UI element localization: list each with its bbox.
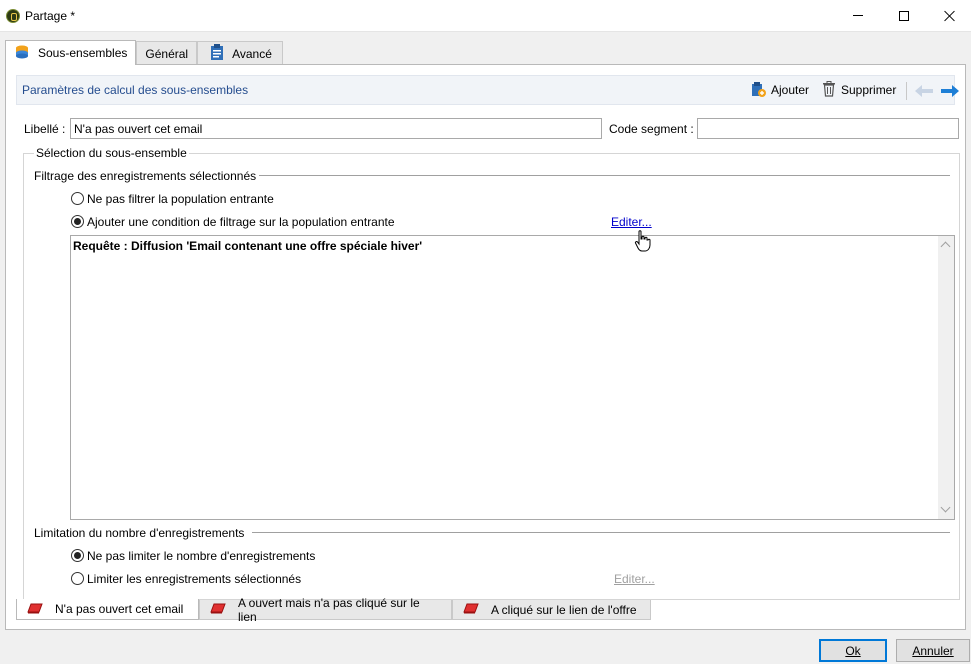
label-field[interactable] (70, 118, 602, 139)
toolbar-separator (906, 82, 907, 100)
tab-label: Avancé (232, 46, 272, 61)
subset-tab-clicked-offer[interactable]: A cliqué sur le lien de l'offre (452, 600, 651, 620)
subset-tab-label: N'a pas ouvert cet email (55, 602, 184, 616)
maximize-button[interactable] (881, 0, 927, 31)
main-panel: Paramètres de calcul des sous-ensembles … (5, 64, 966, 630)
add-label: Ajouter (771, 83, 810, 97)
delete-label: Supprimer (841, 83, 897, 97)
tab-label: Général (145, 46, 189, 61)
app-logo-icon (6, 9, 20, 23)
subset-tab-opened-not-clicked[interactable]: A ouvert mais n'a pas cliqué sur le lien (199, 596, 452, 624)
query-text: Requête : Diffusion 'Email contenant une… (73, 239, 423, 253)
no-limit-label: Ne pas limiter le nombre d'enregistremen… (87, 549, 316, 563)
main-tabs: Sous-ensembles Général Avancé (5, 40, 283, 65)
divider (252, 532, 950, 533)
divider (256, 175, 950, 176)
database-icon (14, 44, 30, 63)
arrow-left-icon[interactable] (915, 85, 933, 97)
subset-tab-label: A ouvert mais n'a pas cliqué sur le lien (238, 595, 420, 624)
delete-button[interactable]: Supprimer (822, 80, 897, 100)
add-button[interactable]: Ajouter (750, 81, 809, 99)
scroll-down-icon[interactable] (940, 502, 951, 513)
tab-sous-ensembles[interactable]: Sous-ensembles (5, 40, 137, 65)
label-caption: Libellé : (24, 122, 66, 136)
segment-icon (463, 602, 479, 617)
segment-icon (210, 602, 226, 617)
add-condition-label: Ajouter une condition de filtrage sur la… (87, 215, 395, 229)
filter-section-title: Filtrage des enregistrements sélectionné… (34, 169, 260, 183)
radio-add-condition[interactable] (71, 215, 84, 228)
tab-label: Sous-ensembles (38, 46, 128, 60)
add-icon (750, 81, 766, 100)
radio-limit[interactable] (71, 572, 84, 585)
segment-code-caption: Code segment : (609, 122, 694, 136)
edit-filter-link[interactable]: Editer... (611, 215, 652, 229)
tab-avance[interactable]: Avancé (197, 41, 283, 65)
title-bar: Partage * (0, 0, 971, 32)
arrow-right-icon[interactable] (941, 85, 959, 97)
subset-tab-not-opened[interactable]: N'a pas ouvert cet email (16, 599, 199, 620)
tab-general[interactable]: Général (136, 41, 198, 65)
segment-icon (27, 602, 43, 617)
segment-code-field[interactable] (697, 118, 959, 139)
clipboard-icon (210, 44, 224, 63)
scroll-up-icon[interactable] (940, 241, 951, 252)
query-textarea[interactable]: Requête : Diffusion 'Email contenant une… (70, 235, 955, 520)
minimize-button[interactable] (835, 0, 881, 31)
close-button[interactable] (927, 0, 971, 31)
limit-label: Limiter les enregistrements sélectionnés (87, 572, 302, 586)
edit-limit-link: Editer... (614, 572, 655, 586)
minimize-icon (853, 15, 863, 16)
cancel-button[interactable]: Annuler (896, 639, 970, 662)
maximize-icon (899, 10, 909, 21)
toolbar: Paramètres de calcul des sous-ensembles … (16, 75, 959, 105)
window-title: Partage * (25, 9, 76, 23)
subset-tab-label: A cliqué sur le lien de l'offre (491, 602, 637, 617)
hand-cursor-icon (634, 230, 652, 255)
no-filter-label: Ne pas filtrer la population entrante (87, 192, 274, 206)
close-icon (944, 10, 956, 22)
radio-no-filter[interactable] (71, 192, 84, 205)
subset-tabs: N'a pas ouvert cet email A ouvert mais n… (16, 596, 651, 624)
group-title: Sélection du sous-ensemble (34, 146, 189, 160)
radio-no-limit[interactable] (71, 549, 84, 562)
toolbar-title: Paramètres de calcul des sous-ensembles (22, 83, 249, 97)
vertical-scrollbar[interactable] (938, 236, 954, 519)
ok-button[interactable]: Ok (819, 639, 887, 662)
trash-icon (822, 80, 836, 100)
limitation-section-title: Limitation du nombre d'enregistrements (34, 526, 248, 540)
